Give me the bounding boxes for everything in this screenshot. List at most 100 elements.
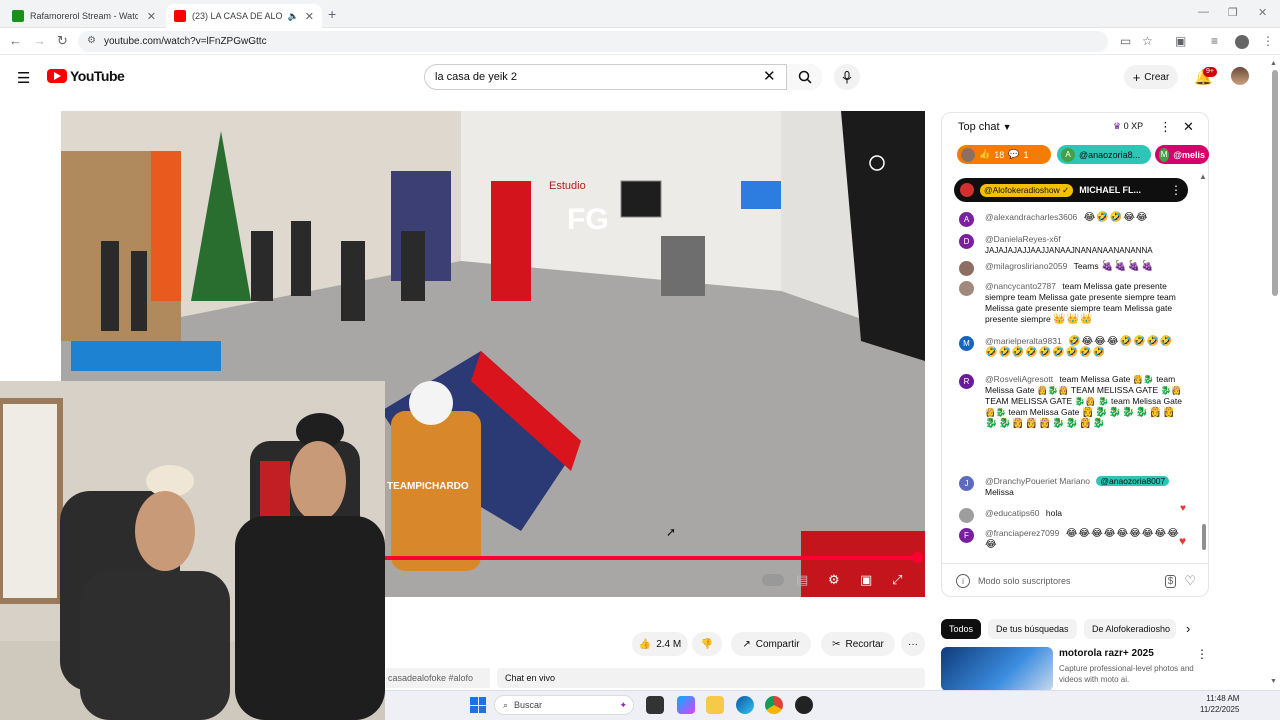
chat-menu-icon[interactable]: ⋮ xyxy=(1159,119,1172,135)
share-button[interactable]: ↗ Compartir xyxy=(731,632,811,656)
autoplay-toggle[interactable] xyxy=(762,574,784,586)
xp-counter[interactable]: ♛ 0 XP xyxy=(1113,121,1143,132)
page-scrollbar[interactable] xyxy=(1272,70,1278,296)
like-button[interactable]: 👍 2.4 M xyxy=(632,632,688,656)
crown-icon: ♛ xyxy=(1113,121,1122,131)
super-chat-icon[interactable]: $ xyxy=(1164,574,1177,588)
page-scroll-up-icon[interactable]: ▲ xyxy=(1270,60,1277,67)
live-chat-replay-header[interactable]: Chat en vivo xyxy=(497,668,925,688)
chat-ticker-pill[interactable]: A @anaozoria8... xyxy=(1057,145,1151,164)
chat-emoji: 😂🤣🤣😂😂 xyxy=(1083,212,1149,223)
youtube-logo[interactable]: YouTube xyxy=(47,68,125,84)
scene-studio-text: Estudio xyxy=(549,180,586,192)
chat-avatar xyxy=(959,261,974,276)
reload-icon[interactable]: ↻ xyxy=(57,33,68,49)
chat-ticker-pill[interactable]: M @melis xyxy=(1155,145,1209,164)
youtube-play-icon xyxy=(47,69,67,83)
filter-chip-searches[interactable]: De tus búsquedas xyxy=(988,619,1077,639)
chat-scrollbar[interactable] xyxy=(1202,524,1206,550)
new-tab-button[interactable]: + xyxy=(328,6,336,22)
browser-menu-icon[interactable]: ⋮ xyxy=(1262,34,1274,48)
chat-message[interactable]: M @marielperalta9831 🤣😂😂😂🤣🤣🤣🤣🤣🤣🤣🤣🤣🤣🤣🤣🤣 xyxy=(955,336,1185,358)
cast-icon[interactable]: ▭ xyxy=(1120,34,1131,48)
chrome-icon[interactable] xyxy=(765,696,783,714)
pinned-message-banner[interactable]: @Alofokeradioshow ✓ MICHAEL FL... ⋮ xyxy=(954,178,1188,202)
close-tab-icon[interactable]: ✕ xyxy=(147,10,156,23)
browser-tab-rafamorerol[interactable]: Rafamorerol Stream - Watch Li ✕ xyxy=(4,4,164,28)
chat-avatar: R xyxy=(959,374,974,389)
clock-time: 11:48 AM xyxy=(1206,694,1240,703)
close-tab-icon[interactable]: ✕ xyxy=(305,10,314,23)
fullscreen-icon[interactable]: ⤢ xyxy=(892,572,902,588)
chat-input-area[interactable]: i Modo solo suscriptores $ ♡ xyxy=(956,571,1196,591)
settings-gear-icon[interactable]: ⚙ xyxy=(828,572,840,588)
account-avatar[interactable] xyxy=(1231,67,1249,85)
video-menu-icon[interactable]: ⋮ xyxy=(1196,647,1208,661)
chat-message[interactable]: J @DranchyPoueriet Mariano @anaozoria800… xyxy=(955,476,1185,498)
chat-text: Melissa xyxy=(985,487,1014,497)
search-button[interactable] xyxy=(786,64,822,90)
voice-search-button[interactable] xyxy=(834,64,860,90)
ticker-count: 18 xyxy=(994,149,1005,160)
reading-list-icon[interactable]: ≡ xyxy=(1211,34,1218,48)
chat-ticker-pill[interactable]: 👍 18 💬 1 xyxy=(957,145,1051,164)
edge-icon[interactable] xyxy=(736,696,754,714)
maximize-icon[interactable]: ❐ xyxy=(1228,6,1238,19)
search-input[interactable] xyxy=(435,71,755,83)
recommended-video-title[interactable]: motorola razr+ 2025 xyxy=(1059,648,1154,659)
chat-message[interactable]: D @DanielaReyes-x6f JAJAJAJAJJAAJJANAAJN… xyxy=(955,234,1185,256)
copilot-sparkle-icon: ✦ xyxy=(619,699,627,710)
page-scroll-down-icon[interactable]: ▼ xyxy=(1270,678,1277,685)
copilot-icon[interactable] xyxy=(677,696,695,714)
mention-chip[interactable]: @anaozoria8007 xyxy=(1096,476,1170,486)
back-icon[interactable]: ← xyxy=(9,33,22,48)
browser-tab-youtube[interactable]: (23) LA CASA DE ALOFOKE 🔈 ✕ xyxy=(166,4,322,28)
filter-chip-channel[interactable]: De Alofokeradiosho xyxy=(1084,619,1176,639)
video-progress-bar[interactable] xyxy=(385,556,915,560)
file-explorer-icon[interactable] xyxy=(706,696,724,714)
chat-message[interactable]: @educatips60 hola xyxy=(955,508,1185,523)
youtube-favicon-icon xyxy=(174,10,186,22)
close-chat-icon[interactable]: ✕ xyxy=(1183,119,1194,135)
clip-button[interactable]: ✂ Recortar xyxy=(821,632,895,656)
url-field[interactable]: ⚙ youtube.com/watch?v=lFnZPGwGttc xyxy=(78,31,1108,52)
chat-message[interactable]: A @alexandracharles3606 😂🤣🤣😂😂 xyxy=(955,212,1185,227)
task-view-icon[interactable] xyxy=(646,696,664,714)
forward-icon[interactable]: → xyxy=(33,33,46,48)
chat-message[interactable]: R @RosveliAgresott team Melissa Gate 👸🐉 … xyxy=(955,374,1185,429)
chevron-right-icon[interactable]: › xyxy=(1186,621,1190,636)
chat-message[interactable]: F @franciaperez7099 😂😂😂😂😂😂😂😂😂😂 xyxy=(955,528,1185,550)
more-actions-button[interactable]: ··· xyxy=(901,632,925,656)
chat-message[interactable]: @milagrosliriano2059 Teams 🍇🍇🍇🍇 xyxy=(955,261,1185,276)
taskbar-clock[interactable]: 11:48 AM 11/22/2025 xyxy=(1200,693,1239,715)
extensions-icon[interactable]: ▣ xyxy=(1175,34,1186,48)
obs-icon[interactable] xyxy=(795,696,813,714)
chat-scroll-up-icon[interactable]: ▲ xyxy=(1199,172,1207,181)
streamer-webcam-overlay xyxy=(0,381,385,720)
minimize-icon[interactable]: — xyxy=(1198,6,1209,18)
subtitles-icon[interactable]: ▤ xyxy=(796,572,808,588)
site-info-icon[interactable]: ⚙ xyxy=(87,35,96,46)
heart-icon[interactable]: ♡ xyxy=(1184,573,1196,589)
info-icon[interactable]: i xyxy=(956,574,970,588)
profile-avatar[interactable] xyxy=(1235,35,1249,49)
close-window-icon[interactable]: ✕ xyxy=(1258,6,1267,19)
recommended-video-thumbnail[interactable] xyxy=(941,647,1053,691)
dislike-button[interactable]: 👎 xyxy=(692,632,722,656)
windows-start-icon[interactable] xyxy=(470,697,486,713)
hamburger-menu-icon[interactable]: ☰ xyxy=(17,69,30,87)
clear-search-icon[interactable]: ✕ xyxy=(763,67,776,85)
top-chat-dropdown[interactable]: Top chat ▼ xyxy=(958,121,1012,133)
ticker-text: @melis xyxy=(1173,149,1205,160)
pinned-author-chip: @Alofokeradioshow ✓ xyxy=(980,183,1074,197)
chat-message[interactable]: @nancycanto2787 team Melissa gate presen… xyxy=(955,281,1185,325)
miniplayer-icon[interactable]: ▣ xyxy=(860,572,872,588)
hashtags-description[interactable]: casadealofoke #alofo xyxy=(386,668,490,688)
pinned-menu-icon[interactable]: ⋮ xyxy=(1170,183,1182,197)
create-button[interactable]: + Crear xyxy=(1124,65,1178,89)
taskbar-search-box[interactable]: ⌕ Buscar ✦ xyxy=(494,695,634,715)
filter-chip-all[interactable]: Todos xyxy=(941,619,982,639)
bookmark-star-icon[interactable]: ☆ xyxy=(1142,34,1153,48)
progress-scrubber[interactable] xyxy=(912,552,923,563)
speaker-icon[interactable]: 🔈 xyxy=(288,11,299,22)
